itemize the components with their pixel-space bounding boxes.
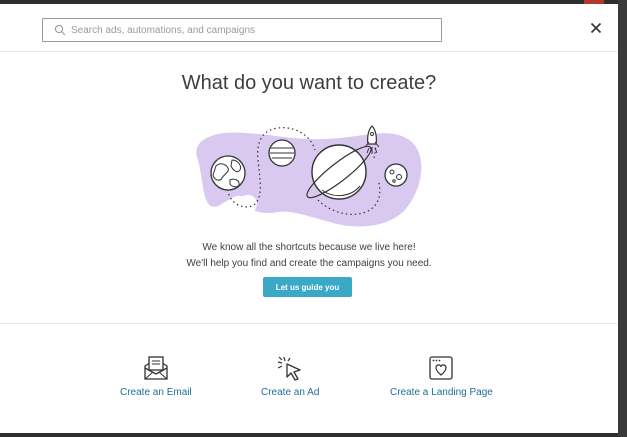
create-email-label: Create an Email [120, 387, 192, 398]
create-landing-page-label: Create a Landing Page [390, 387, 493, 398]
create-ad-label: Create an Ad [261, 387, 320, 398]
create-landing-page-option[interactable]: Create a Landing Page [390, 354, 493, 398]
page-title: What do you want to create? [181, 72, 437, 94]
description-line-2: We'll help you find and create the campa… [186, 258, 432, 269]
description-line-1: We know all the shortcuts because we liv… [202, 242, 416, 253]
email-envelope-icon [141, 354, 171, 382]
landing-page-icon [426, 354, 456, 382]
divider [0, 323, 618, 324]
create-ad-option[interactable]: Create an Ad [261, 354, 319, 398]
cursor-click-icon [275, 354, 305, 382]
guide-button[interactable]: Let us guide you [263, 277, 352, 297]
divider [0, 51, 618, 52]
close-icon [590, 21, 602, 39]
search-icon [52, 22, 68, 38]
create-email-option[interactable]: Create an Email [120, 354, 192, 398]
close-button[interactable] [586, 20, 606, 40]
search-bar[interactable] [42, 18, 442, 42]
create-modal: What do you want to create? [0, 4, 618, 433]
space-illustration-icon [196, 125, 422, 227]
search-input[interactable] [71, 20, 441, 40]
backdrop-edge [618, 0, 627, 437]
